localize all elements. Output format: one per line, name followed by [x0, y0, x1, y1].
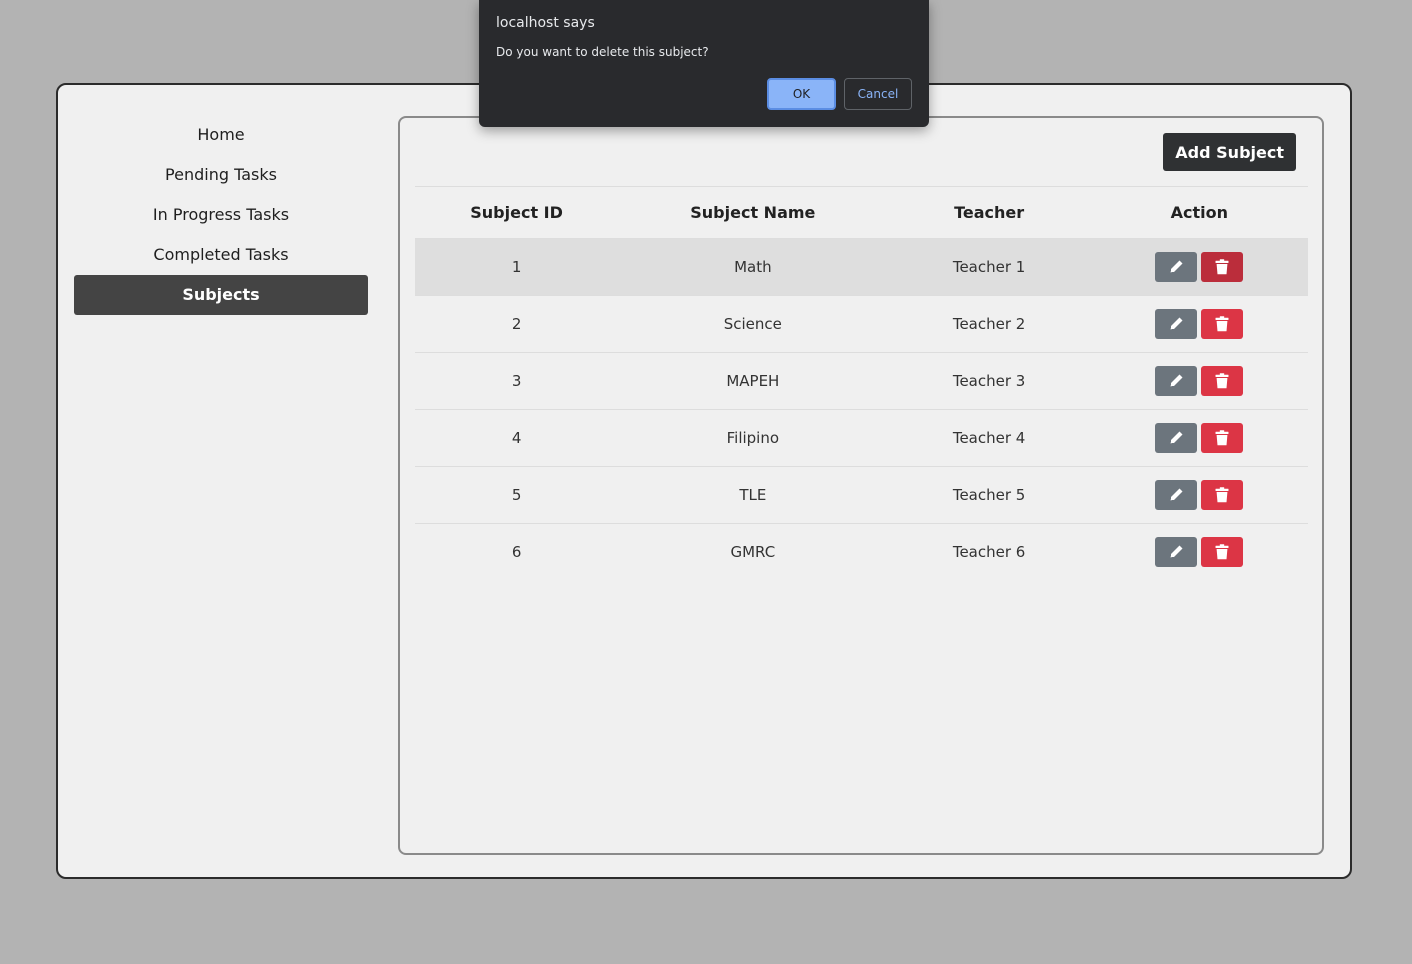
action-cell: [1090, 466, 1308, 524]
teacher-cell: Teacher 3: [887, 352, 1091, 410]
table-row: 2 Science Teacher 2: [415, 295, 1308, 353]
pencil-icon: [1170, 545, 1183, 558]
sidebar-item-subjects[interactable]: Subjects: [74, 275, 368, 315]
delete-button[interactable]: [1201, 537, 1244, 567]
delete-button[interactable]: [1201, 252, 1244, 282]
teacher-cell: Teacher 6: [887, 523, 1091, 580]
action-cell: [1090, 523, 1308, 580]
sidebar: Home Pending Tasks In Progress Tasks Com…: [74, 115, 368, 315]
add-subject-button[interactable]: Add Subject: [1163, 133, 1296, 171]
row-actions: [1155, 537, 1244, 567]
dialog-message: Do you want to delete this subject?: [496, 45, 709, 59]
dialog-title: localhost says: [496, 15, 595, 31]
sidebar-item-home[interactable]: Home: [74, 115, 368, 155]
trash-icon: [1215, 544, 1229, 560]
teacher-cell: Teacher 2: [887, 295, 1091, 353]
pencil-icon: [1170, 317, 1183, 330]
subject-id-cell: 4: [415, 409, 619, 467]
header-subject-name: Subject Name: [690, 203, 816, 222]
row-actions: [1155, 252, 1244, 282]
subject-name-cell: Science: [618, 295, 888, 353]
row-actions: [1155, 423, 1244, 453]
action-cell: [1090, 409, 1308, 467]
pencil-icon: [1170, 260, 1183, 273]
subject-name-cell: MAPEH: [618, 352, 888, 410]
table-row: 5 TLE Teacher 5: [415, 466, 1308, 524]
trash-icon: [1215, 373, 1229, 389]
cancel-button[interactable]: Cancel: [844, 78, 912, 110]
sidebar-item-pending-tasks[interactable]: Pending Tasks: [74, 155, 368, 195]
row-actions: [1155, 309, 1244, 339]
confirm-dialog: localhost says Do you want to delete thi…: [479, 0, 929, 127]
delete-button[interactable]: [1201, 423, 1244, 453]
subject-name-cell: GMRC: [618, 523, 888, 580]
row-actions: [1155, 480, 1244, 510]
edit-button[interactable]: [1155, 480, 1198, 510]
pencil-icon: [1170, 374, 1183, 387]
row-actions: [1155, 366, 1244, 396]
subject-id-cell: 5: [415, 466, 619, 524]
action-cell: [1090, 352, 1308, 410]
app-card: Home Pending Tasks In Progress Tasks Com…: [56, 83, 1352, 879]
table-row: 3 MAPEH Teacher 3: [415, 352, 1308, 410]
edit-button[interactable]: [1155, 366, 1198, 396]
header-action: Action: [1170, 203, 1229, 222]
teacher-cell: Teacher 5: [887, 466, 1091, 524]
subject-name-cell: Filipino: [618, 409, 888, 467]
action-cell: [1090, 295, 1308, 353]
trash-icon: [1215, 487, 1229, 503]
ok-button[interactable]: OK: [767, 78, 836, 110]
subjects-table: Subject ID Subject Name Teacher Action 1…: [415, 186, 1308, 580]
trash-icon: [1215, 430, 1229, 446]
subject-name-cell: Math: [618, 238, 888, 296]
subject-id-cell: 1: [415, 238, 619, 296]
edit-button[interactable]: [1155, 423, 1198, 453]
subject-id-cell: 3: [415, 352, 619, 410]
trash-icon: [1215, 259, 1229, 275]
pencil-icon: [1170, 431, 1183, 444]
header-subject-id: Subject ID: [470, 203, 563, 222]
table-header-row: Subject ID Subject Name Teacher Action: [415, 187, 1308, 239]
sidebar-item-completed-tasks[interactable]: Completed Tasks: [74, 235, 368, 275]
edit-button[interactable]: [1155, 309, 1198, 339]
table-row: 4 Filipino Teacher 4: [415, 409, 1308, 467]
delete-button[interactable]: [1201, 309, 1244, 339]
sidebar-item-in-progress-tasks[interactable]: In Progress Tasks: [74, 195, 368, 235]
edit-button[interactable]: [1155, 537, 1198, 567]
delete-button[interactable]: [1201, 480, 1244, 510]
table-row: 1 Math Teacher 1: [415, 238, 1308, 296]
teacher-cell: Teacher 4: [887, 409, 1091, 467]
subject-name-cell: TLE: [618, 466, 888, 524]
subject-id-cell: 2: [415, 295, 619, 353]
edit-button[interactable]: [1155, 252, 1198, 282]
header-teacher: Teacher: [954, 203, 1025, 222]
delete-button[interactable]: [1201, 366, 1244, 396]
trash-icon: [1215, 316, 1229, 332]
action-cell: [1090, 238, 1308, 296]
table-row: 6 GMRC Teacher 6: [415, 523, 1308, 580]
subjects-panel: Add Subject Subject ID Subject Name Teac…: [398, 116, 1324, 855]
subject-id-cell: 6: [415, 523, 619, 580]
pencil-icon: [1170, 488, 1183, 501]
teacher-cell: Teacher 1: [887, 238, 1091, 296]
